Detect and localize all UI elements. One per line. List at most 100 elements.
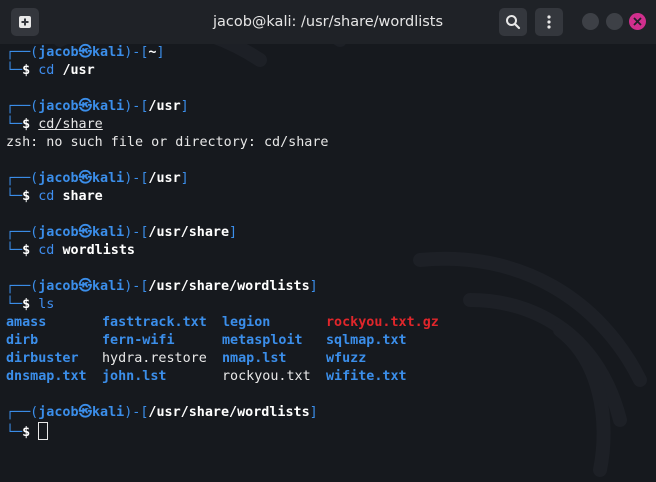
prompt-dollar: $ [22, 63, 31, 78]
titlebar: jacob@kali: /usr/share/wordlists [0, 0, 656, 44]
prompt-host: kali [91, 45, 125, 60]
minimize-button[interactable] [582, 13, 599, 30]
prompt-host: kali [91, 405, 125, 420]
ls-entry: legion [222, 315, 271, 330]
ls-row: dnsmap.txt john.lst rockyou.txt wifite.t… [6, 368, 650, 386]
ls-entry: amass [6, 315, 47, 330]
prompt-dollar: $ [22, 189, 31, 204]
prompt-corner-bottom: └─ [6, 117, 23, 132]
prompt-sep: )-[ [124, 279, 149, 294]
prompt-sep: )-[ [124, 405, 149, 420]
ls-entry: dnsmap.txt [6, 369, 87, 384]
prompt-path: /usr/share/wordlists [148, 279, 310, 294]
command: cd [38, 189, 55, 204]
ls-entry: metasploit [222, 333, 303, 348]
new-tab-button[interactable] [11, 8, 39, 36]
prompt-close: ] [180, 99, 189, 114]
terminal-output[interactable]: ┌──(jacob㉿kali)-[~] └─$ cd /usr ┌──(jaco… [6, 44, 650, 476]
prompt-close: ] [229, 225, 238, 240]
prompt-at: ㉿ [78, 99, 92, 114]
prompt-dollar: $ [22, 425, 31, 440]
prompt-at: ㉿ [78, 405, 92, 420]
prompt-user: jacob [38, 45, 79, 60]
prompt-line: ┌──(jacob㉿kali)-[~] [6, 44, 650, 62]
command-line: └─$ cd wordlists [6, 242, 650, 260]
ls-entry: john.lst [102, 369, 167, 384]
prompt-user: jacob [38, 279, 79, 294]
prompt-line: ┌──(jacob㉿kali)-[/usr] [6, 98, 650, 116]
command-line-active[interactable]: └─$ [6, 422, 650, 440]
new-tab-icon [19, 16, 31, 28]
ls-output: amass fasttrack.txt legion rockyou.txt.g… [6, 314, 650, 386]
prompt-host: kali [91, 279, 125, 294]
close-icon [633, 17, 642, 26]
ls-row: dirbuster hydra.restore nmap.lst wfuzz [6, 350, 650, 368]
command: cd [38, 243, 55, 258]
prompt-line: ┌──(jacob㉿kali)-[/usr/share] [6, 224, 650, 242]
error-output: zsh: no such file or directory: cd/share [6, 135, 329, 150]
prompt-sep: )-[ [124, 171, 149, 186]
command-invalid: cd/share [38, 117, 103, 132]
prompt-at: ㉿ [78, 279, 92, 294]
prompt-close: ] [309, 405, 318, 420]
prompt-close: ] [156, 45, 165, 60]
command: cd [38, 63, 55, 78]
ls-entry: fasttrack.txt [102, 315, 207, 330]
ls-entry: rockyou.txt.gz [326, 315, 439, 330]
prompt-at: ㉿ [78, 225, 92, 240]
prompt-path: /usr [148, 171, 181, 186]
prompt-corner: ┌──( [6, 171, 39, 186]
search-icon [506, 15, 521, 30]
ls-entry: dirbuster [6, 351, 79, 366]
prompt-sep: )-[ [124, 99, 149, 114]
prompt-corner: ┌──( [6, 225, 39, 240]
ls-entry: hydra.restore [102, 351, 207, 366]
close-button[interactable] [629, 13, 646, 30]
command-line: └─$ cd/share [6, 116, 650, 134]
command-arg: wordlists [62, 243, 135, 258]
command-line: └─$ ls [6, 296, 650, 314]
prompt-corner: ┌──( [6, 45, 39, 60]
prompt-line: ┌──(jacob㉿kali)-[/usr/share/wordlists] [6, 278, 650, 296]
ls-entry: nmap.lst [222, 351, 287, 366]
prompt-path: /usr/share/wordlists [148, 405, 310, 420]
maximize-button[interactable] [606, 13, 623, 30]
prompt-path: /usr/share [148, 225, 230, 240]
ls-entry: wifite.txt [326, 369, 407, 384]
prompt-close: ] [180, 171, 189, 186]
prompt-path: /usr [148, 99, 181, 114]
prompt-corner: ┌──( [6, 279, 39, 294]
ls-row: amass fasttrack.txt legion rockyou.txt.g… [6, 314, 650, 332]
prompt-user: jacob [38, 99, 79, 114]
prompt-corner-bottom: └─ [6, 297, 23, 312]
ls-entry: wfuzz [326, 351, 367, 366]
text-cursor [38, 422, 49, 440]
prompt-line: ┌──(jacob㉿kali)-[/usr/share/wordlists] [6, 404, 650, 422]
kebab-menu-icon [547, 15, 551, 29]
menu-button[interactable] [535, 8, 563, 36]
prompt-corner-bottom: └─ [6, 425, 23, 440]
prompt-close: ] [309, 279, 318, 294]
command-line: └─$ cd share [6, 188, 650, 206]
prompt-corner: ┌──( [6, 405, 39, 420]
prompt-user: jacob [38, 405, 79, 420]
ls-entry: dirb [6, 333, 39, 348]
command-line: └─$ cd /usr [6, 62, 650, 80]
prompt-at: ㉿ [78, 171, 92, 186]
prompt-dollar: $ [22, 243, 31, 258]
prompt-corner-bottom: └─ [6, 189, 23, 204]
prompt-user: jacob [38, 171, 79, 186]
command: ls [38, 297, 55, 312]
prompt-at: ㉿ [78, 45, 92, 60]
prompt-corner-bottom: └─ [6, 63, 23, 78]
search-button[interactable] [499, 8, 527, 36]
prompt-corner-bottom: └─ [6, 243, 23, 258]
ls-entry: fern-wifi [102, 333, 175, 348]
ls-entry: rockyou.txt [222, 369, 311, 384]
ls-row: dirb fern-wifi metasploit sqlmap.txt [6, 332, 650, 350]
prompt-line: ┌──(jacob㉿kali)-[/usr] [6, 170, 650, 188]
prompt-host: kali [91, 225, 125, 240]
command-arg: /usr [62, 63, 95, 78]
ls-entry: sqlmap.txt [326, 333, 407, 348]
prompt-sep: )-[ [124, 45, 149, 60]
